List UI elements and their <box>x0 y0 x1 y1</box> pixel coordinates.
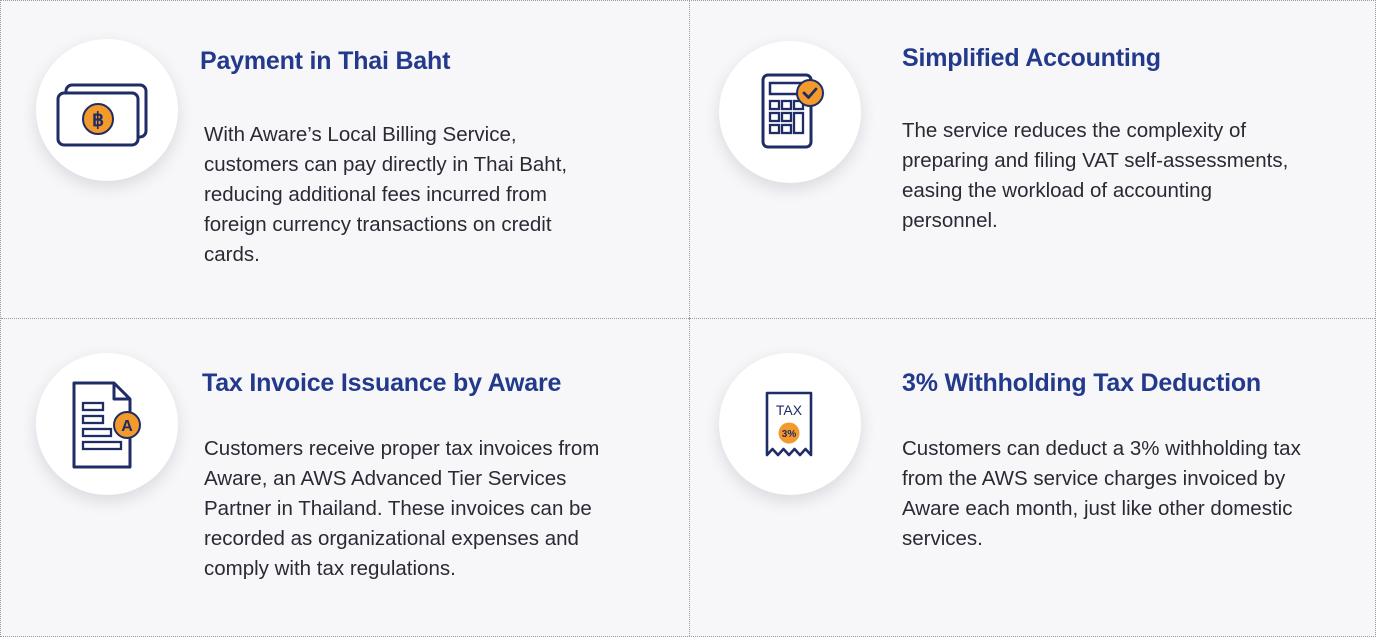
svg-text:3%: 3% <box>782 429 797 440</box>
feature-description: Customers can deduct a 3% withholding ta… <box>902 437 1301 550</box>
feature-card-tax-invoice: A Tax Invoice Issuance by Aware Customer… <box>1 318 689 636</box>
feature-title: Simplified Accounting <box>902 44 1161 72</box>
feature-description: Customers receive proper tax invoices fr… <box>204 437 600 580</box>
icon-circle <box>719 41 861 183</box>
features-grid: ฿ Payment in Thai Baht With Aware’s Loca… <box>0 0 1376 637</box>
svg-text:A: A <box>121 418 133 435</box>
feature-card-withholding-tax: TAX 3% 3% Withholding Tax Deduction Cust… <box>689 318 1375 636</box>
feature-description: With Aware’s Local Billing Service, cust… <box>204 123 568 266</box>
feature-title: Payment in Thai Baht <box>200 47 451 75</box>
tax-receipt-icon: TAX 3% <box>765 391 813 457</box>
svg-text:TAX: TAX <box>776 402 803 418</box>
icon-circle: TAX 3% <box>719 353 861 495</box>
baht-bills-icon: ฿ <box>56 83 148 147</box>
document-invoice-icon: A <box>72 381 141 469</box>
feature-title: 3% Withholding Tax Deduction <box>902 369 1261 397</box>
calculator-check-icon <box>761 73 824 149</box>
icon-circle: ฿ <box>36 39 178 181</box>
feature-title: Tax Invoice Issuance by Aware <box>202 369 562 397</box>
icon-circle: A <box>36 353 178 495</box>
feature-card-thai-baht: ฿ Payment in Thai Baht With Aware’s Loca… <box>1 1 689 318</box>
svg-text:฿: ฿ <box>92 110 104 131</box>
feature-card-simplified-accounting: Simplified Accounting The service reduce… <box>689 1 1375 318</box>
feature-description: The service reduces the complexity of pr… <box>902 119 1289 232</box>
